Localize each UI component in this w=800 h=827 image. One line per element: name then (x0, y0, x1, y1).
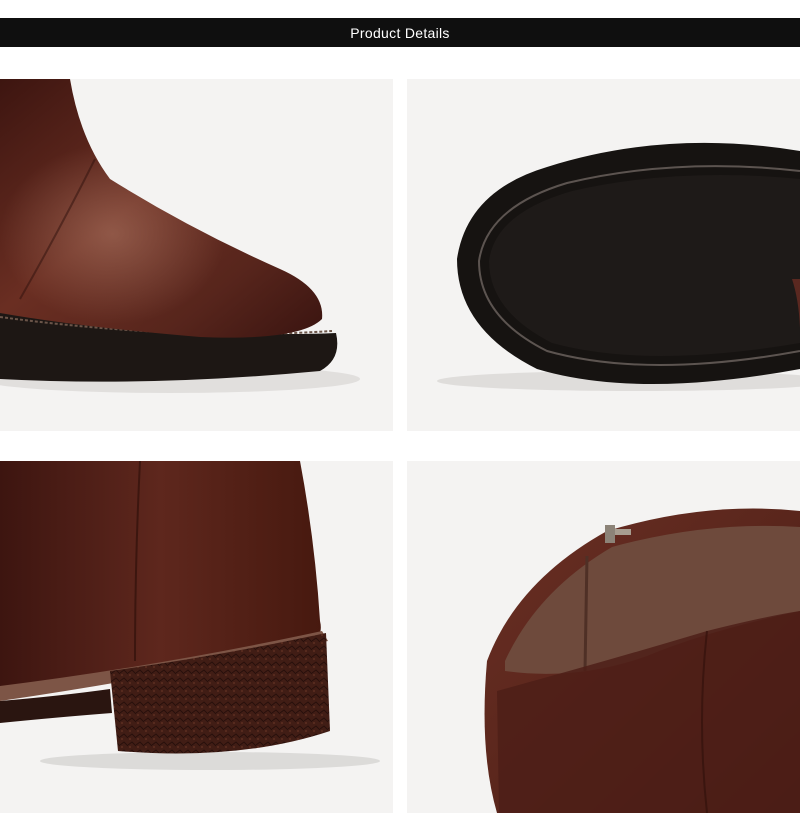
photo-zipper-closeup (407, 461, 800, 813)
page-title: Product Details (350, 24, 450, 41)
photo-outsole (407, 79, 800, 431)
photo-toe-closeup (0, 79, 393, 431)
header-bar: Product Details (0, 18, 800, 47)
photo-heel-closeup (0, 461, 393, 813)
